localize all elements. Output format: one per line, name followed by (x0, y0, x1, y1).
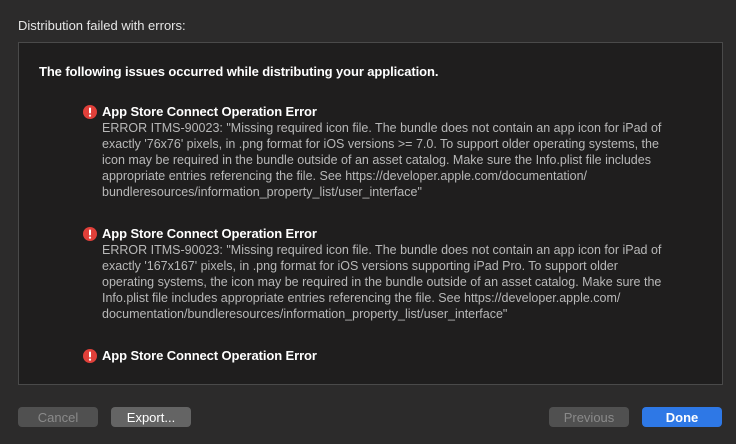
done-button[interactable]: Done (642, 407, 722, 427)
issue-title: App Store Connect Operation Error (102, 226, 317, 241)
issue-title: App Store Connect Operation Error (102, 348, 317, 363)
issue-message-line: documentation/bundleresources/informatio… (102, 307, 508, 321)
dialog-title: Distribution failed with errors: (18, 18, 186, 33)
issues-summary: The following issues occurred while dist… (39, 64, 439, 79)
issue-message-line: exactly '167x167' pixels, in .png format… (102, 259, 618, 273)
cancel-button[interactable]: Cancel (18, 407, 98, 427)
issue-title: App Store Connect Operation Error (102, 104, 317, 119)
issue-message: ERROR ITMS-90023: "Missing required icon… (102, 242, 722, 322)
issue-message-line: exactly '76x76' pixels, in .png format f… (102, 137, 659, 151)
issue-message-line: Info.plist file includes appropriate ent… (102, 291, 621, 305)
error-icon (83, 227, 97, 241)
issue-message: ERROR ITMS-90023: "Missing required icon… (102, 120, 722, 200)
issues-panel[interactable]: The following issues occurred while dist… (18, 42, 723, 385)
issue-message-line: ERROR ITMS-90023: "Missing required icon… (102, 121, 662, 135)
error-icon (83, 349, 97, 363)
issue-message-line: ERROR ITMS-90023: "Missing required icon… (102, 243, 662, 257)
issue-message-line: operating systems, the icon may be requi… (102, 275, 662, 289)
export-button[interactable]: Export... (111, 407, 191, 427)
error-icon (83, 105, 97, 119)
issue-message-line: bundleresources/information_property_lis… (102, 185, 422, 199)
distribution-error-dialog: Distribution failed with errors: The fol… (0, 0, 736, 444)
issue-message-line: icon may be required in the bundle outsi… (102, 153, 651, 167)
previous-button[interactable]: Previous (549, 407, 629, 427)
issue-message-line: appropriate entries referencing the file… (102, 169, 588, 183)
